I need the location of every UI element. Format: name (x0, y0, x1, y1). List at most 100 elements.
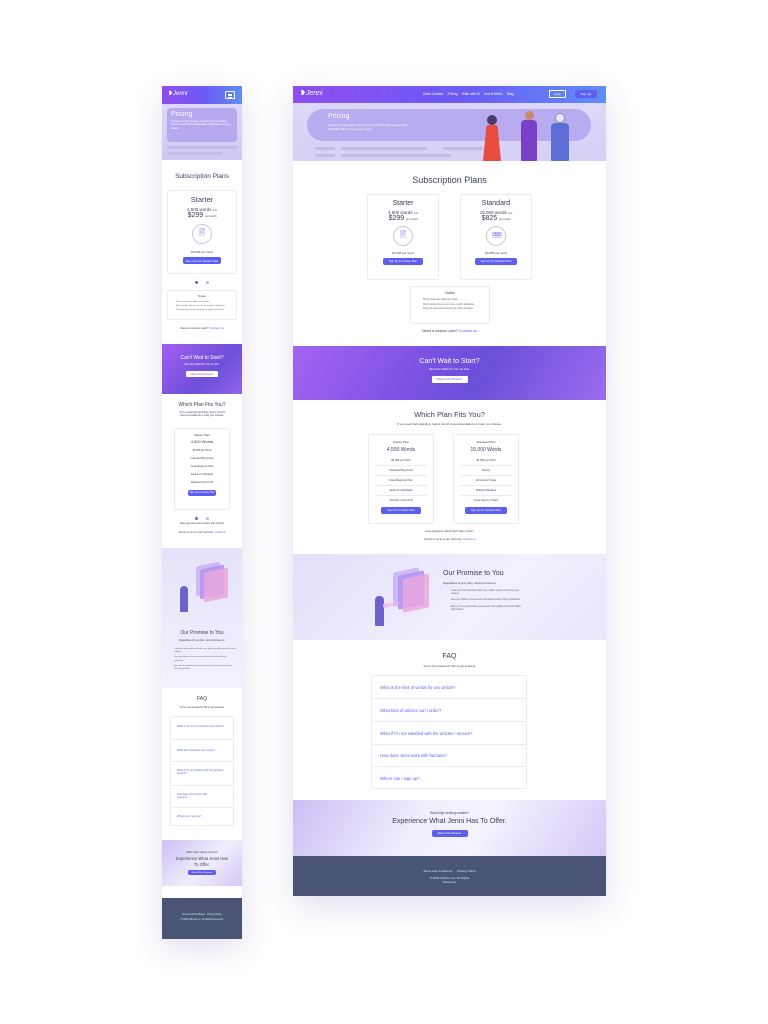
promise-subtitle: Regardless of your plan, Jenni promises … (179, 639, 225, 642)
faq-item[interactable]: What if I'm not satisfied with the artic… (177, 769, 231, 776)
contact-link[interactable]: Contact us (463, 538, 475, 541)
cta-button[interactable]: Make A First Request (186, 371, 218, 377)
plan-price: $299 per month (187, 212, 217, 219)
carousel-dot[interactable] (194, 281, 198, 284)
cta-button[interactable]: Make A First Request (431, 376, 468, 383)
nav-link[interactable]: Pricing (448, 92, 458, 96)
nav-link[interactable]: Blog (507, 92, 513, 96)
nav-link[interactable]: Order Content (423, 92, 443, 96)
fit-row: Website Content Fill (190, 481, 214, 484)
signup-standard-button[interactable]: Sign Up For Standard Plan (475, 258, 517, 265)
mobile-fit-subtitle: If you need help deciding, here's Jenni'… (179, 411, 225, 418)
fit-row: All Content Types (475, 479, 497, 482)
faq-item[interactable]: What kind of articles can I order? (177, 749, 231, 752)
fit-row: Unlimited Blog Posts (190, 457, 214, 460)
faq-item[interactable]: What is the limit of words for one artic… (177, 725, 231, 728)
plan-card-starter: Starter 4,500 words /mo $299 per month 🗎… (367, 194, 439, 280)
copyright: © 2020 Affuzon Inc. All Rights Reserved. (429, 876, 470, 884)
fit-card-starter: Starter Plan 4,500 Words $0.066 per Word… (368, 434, 434, 524)
login-button[interactable]: Login (549, 90, 566, 98)
footer-link[interactable]: Terms and Conditions (423, 869, 452, 873)
desktop-fit-subtitle: If you need help deciding, here's Jenni'… (397, 422, 502, 426)
note-item: Payment processed securely via online ch… (423, 307, 489, 312)
document-icon: 🗎 (192, 224, 212, 244)
fit-row: $0.055 per Word (476, 459, 496, 462)
desktop-logo[interactable]: ❥Jenni (300, 89, 323, 97)
carousel-dot[interactable] (206, 281, 210, 284)
fit-row: Great Agency Choice (473, 499, 499, 502)
footer-link[interactable]: Privacy Policy (207, 913, 222, 916)
nav-link[interactable]: Write with AI (462, 92, 480, 96)
mobile-frame: ❥Jenni Pricing Looking for high quality … (162, 86, 242, 939)
desktop-bottom-cta: Want high ranking content? Experience Wh… (293, 800, 606, 856)
promise-item: Give you options to review and edit arti… (174, 656, 236, 662)
desktop-faq-subtitle: You've Got questions? We've got answers. (423, 664, 476, 668)
promise-item: Earn you the performance you deserve wit… (174, 665, 236, 671)
faq-item[interactable]: What is the limit of words for one artic… (372, 676, 526, 699)
desktop-frame: ❥Jenni Order Content Pricing Write with … (293, 86, 606, 896)
carousel-dots (162, 514, 242, 520)
contact-link[interactable]: Contact us (459, 329, 477, 333)
contact-link[interactable]: Contact us (209, 326, 223, 330)
faq-item[interactable]: How does Jenni work with humans? (177, 793, 217, 800)
signup-starter-button[interactable]: Sign Up For Starter Plan (383, 258, 423, 265)
signup-button[interactable]: Sign Up (575, 90, 597, 98)
mobile-notes-card: Notes Prices shown are billed per month.… (167, 290, 237, 320)
faq-list: What is the limit of words for one artic… (371, 675, 527, 789)
faq-item[interactable]: How does Jenni work with humans? (372, 745, 526, 767)
notes-title: Notes (445, 291, 455, 295)
carousel-dots (162, 278, 242, 284)
faq-item[interactable]: What kind of articles can I order? (372, 699, 526, 722)
nav-link[interactable]: How it Works (484, 92, 503, 96)
bottom-cta-kicker: Want high ranking content? (186, 851, 218, 854)
fit-signup-standard-button[interactable]: Sign Up For Standard Plan (465, 507, 507, 514)
bottom-cta-button[interactable]: Make A First Request (431, 830, 468, 837)
fit-row: Multiple Websites (475, 489, 497, 492)
footer-link[interactable]: Terms and Conditions (182, 913, 205, 916)
fit-row: Ideal For Individuals (389, 489, 413, 492)
mobile-hero: Pricing Looking for high quality content… (162, 104, 242, 160)
faq-item[interactable]: Where can I sign up? (372, 767, 526, 789)
fit-label: Starter Plan (393, 440, 409, 444)
fit-signup-starter-button[interactable]: Sign Up For Starter Plan (381, 507, 421, 514)
promise-illustration (373, 562, 435, 632)
footer-link[interactable]: Privacy Policy (457, 869, 476, 873)
contact-link[interactable]: Contact us (214, 531, 225, 534)
fit-signup-button[interactable]: Sign Up For Starter Plan (188, 490, 216, 496)
fit-row: $0.066 per Word (192, 449, 212, 452)
fit-note: Have Questions about which plan is best? (179, 522, 225, 525)
mobile-faq-subtitle: You've Got questions? We've got answers. (179, 706, 225, 709)
promise-item: Treat your time and brand with care, del… (174, 648, 236, 654)
fit-label: Starter Plan (194, 433, 210, 437)
notes-card: Notes Prices shown are billed per month.… (410, 286, 490, 324)
robot-figure (180, 586, 188, 612)
bottom-cta-button[interactable]: Make A First Request (188, 870, 216, 875)
signup-starter-button[interactable]: Sign Up For Starter Plan (183, 257, 221, 264)
fit-row: $0.066 per Word (391, 459, 411, 462)
faq-item[interactable]: Where can I sign up? (177, 815, 231, 818)
desktop-footer: Terms and Conditions Privacy Policy © 20… (293, 856, 606, 896)
fit-row: Priority (481, 469, 491, 472)
promise-subtitle: Regardless of your plan, Jenni promises … (443, 581, 497, 585)
carousel-dot[interactable] (206, 517, 210, 520)
mobile-faq-title: FAQ (196, 696, 207, 702)
plan-per-word: $0.066 per word (191, 250, 213, 254)
fit-label: Standard Plan (476, 440, 496, 444)
plan-per-word: $0.066 per word (392, 251, 414, 255)
hero-bar (167, 146, 237, 149)
mobile-logo[interactable]: ❥Jenni (168, 90, 187, 97)
bottom-cta-title: Experience What Jenni Has To Offer. (392, 818, 507, 825)
promise-title: Our Promise to You (443, 570, 504, 577)
fit-row: Unlimited Blog Posts (389, 469, 413, 472)
carousel-dot[interactable] (194, 517, 198, 520)
mobile-plan-card: Starter 4,500 words /mo $299 per month 🗎… (167, 190, 237, 274)
cta-title: Can't Wait to Start? (180, 355, 224, 361)
promise-item: Earn you the performance you deserve wit… (451, 606, 523, 612)
fit-note: Have Questions about which plan is best? (425, 530, 474, 533)
mobile-fit-title: Which Plan Fits You? (178, 402, 226, 408)
hamburger-icon[interactable] (225, 91, 235, 99)
fit-words: 15,000 Words (470, 447, 502, 453)
notes-title: Notes (198, 294, 206, 298)
plan-per-word: $0.055 per word (485, 251, 507, 255)
faq-item[interactable]: What if I'm not satisfied with the artic… (372, 722, 526, 745)
